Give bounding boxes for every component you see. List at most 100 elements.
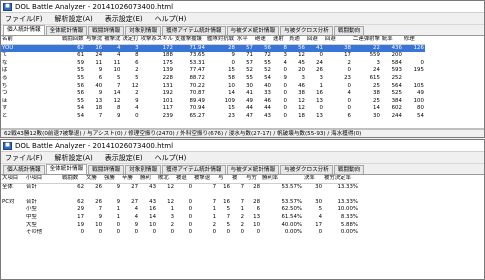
table-row[interactable]: 大型 19 10 0 9 10 2 0 2 5 2 10 40.00% 17 5.88%	[1, 222, 359, 230]
table-cell	[103, 191, 121, 199]
table-row[interactable]: ぢ 56 40 7 12 131 70.22 10 30 40 0 46 1 0 25 564 105	[1, 83, 425, 91]
column-header[interactable]: 被労決定率	[323, 175, 359, 184]
column-header[interactable]: 戦闘数	[61, 175, 85, 184]
table-row[interactable]: る 55 6 5 5 228 88.72 58 55 54 9 3 3 23 615 252	[1, 75, 425, 83]
table-cell: 0.00%	[284, 229, 302, 236]
column-header[interactable]: 速射	[271, 36, 288, 45]
column-header[interactable]: 与	[217, 175, 231, 184]
tab-2[interactable]: 戦闘詳情報	[88, 165, 125, 174]
column-header[interactable]: 決定打	[121, 36, 140, 45]
column-header[interactable]: 被	[231, 175, 245, 184]
table-cell: 9	[116, 112, 121, 119]
column-header[interactable]: 二連弾射撃	[351, 36, 381, 45]
overall-stats-grid[interactable]: 大項目 小項目 戦闘数 文勝 強勝 辛勝 勝利 敗北 被退 被撃退与被与労 勝利率 決率 被労決定率 全体…	[1, 175, 484, 279]
personal-stats-grid[interactable]: 名前 戦闘回数 与撃沈 被撃沈 決定打 攻撃系スキル 支援撃援護 艦隊対抗戦 水平 砲速 速射 貫通回…	[1, 36, 484, 129]
tab-4[interactable]: 獲得アイテム統計情報	[162, 165, 226, 174]
tab-2[interactable]: 戦闘詳情報	[88, 26, 125, 35]
table-cell: と	[2, 112, 8, 119]
table-row[interactable]: 中型 17 9 1 4 14 3 0 1 7 2 13 61.54% 4 8.33%	[1, 214, 359, 222]
column-header[interactable]: 敗北	[157, 175, 175, 184]
table-cell: 54	[77, 105, 84, 112]
menu-display-settings[interactable]: 表示設定(E)	[105, 14, 143, 24]
title-bar[interactable]: ■ DOL Battle Analyzer - 20141026073400.h…	[1, 140, 484, 152]
column-header[interactable]: 与撃沈	[85, 36, 104, 45]
tab-7[interactable]: 戦闘動向	[333, 165, 365, 174]
tab-6[interactable]: 与被ダクロス分析	[280, 26, 333, 35]
table-cell: 0	[80, 229, 84, 236]
column-header[interactable]: 辛勝	[121, 175, 139, 184]
table-row[interactable]: つ 56 9 14 2 192 70.87 14 41 33 0 38 16 4 38 525 49	[1, 90, 425, 98]
table-cell: 13	[316, 97, 323, 104]
tab-7[interactable]: 戦闘動向	[333, 26, 365, 35]
table-cell: 23	[344, 74, 351, 81]
column-header[interactable]: 強勝	[103, 175, 121, 184]
title-bar[interactable]: ■ DOL Battle Analyzer - 20141026073400.h…	[1, 1, 484, 13]
column-header[interactable]: 砲速	[253, 36, 272, 45]
column-header[interactable]: 小項目	[25, 175, 61, 184]
column-header[interactable]: 大項目	[1, 175, 25, 184]
column-header[interactable]: 文勝	[85, 175, 103, 184]
column-header[interactable]: 修理	[402, 36, 425, 45]
column-header[interactable]: 決率	[303, 175, 323, 184]
column-header[interactable]: 支援撃援護	[173, 36, 206, 45]
column-header[interactable]: 貫通	[287, 36, 306, 45]
table-cell: す	[2, 105, 8, 112]
tab-4[interactable]: 獲得アイテム統計情報	[162, 26, 226, 35]
menu-help[interactable]: ヘルプ(H)	[155, 14, 187, 24]
column-header[interactable]: 水平	[235, 36, 254, 45]
table-cell: 12	[167, 183, 174, 190]
table-cell: 5	[226, 206, 230, 213]
menu-file[interactable]: ファイル(F)	[5, 14, 43, 24]
table-row[interactable]: 全体 合計 62 26 9 27 43 12 0 7 16 7 28 53.57% 30 13.33%	[1, 183, 359, 191]
table-row[interactable]: PC対 合計 62 26 9 27 43 12 0 7 16 7 28 53.57% 30 13.33%	[1, 199, 359, 207]
table-cell: 28	[205, 44, 236, 53]
table-row[interactable]: ほ 55 13 12 9 101 89.49 109 49 46 0 12 13 0 25 384 100	[1, 98, 425, 106]
table-row[interactable]: YOU 62 16 4 3 172 71.94 28 57 56 8 56 41 38 22 436 126	[1, 44, 425, 53]
table-row[interactable]: と 54 7 9 0 239 65.27 23 47 43 0 18 13 6 30 244 54	[1, 113, 425, 121]
tab-1[interactable]: 全体統計情報	[45, 26, 88, 35]
tab-6[interactable]: 与被ダクロス分析	[280, 165, 333, 174]
menu-analysis-settings[interactable]: 解析設定(A)	[55, 14, 93, 24]
table-row[interactable]: な 59 11 11 6 175 53.31 0 57 55 4 45 24 2 3 584 0	[1, 60, 425, 68]
tab-5[interactable]: 与被ダメ統計情報	[226, 165, 280, 174]
table-cell: 65.27	[189, 112, 205, 119]
column-header[interactable]: 被退	[175, 175, 193, 184]
tab-3[interactable]: 対象別情報	[125, 165, 162, 174]
table-cell: 0	[116, 229, 120, 236]
table-cell: 5.88%	[340, 221, 358, 228]
menu-help[interactable]: ヘルプ(H)	[155, 153, 187, 163]
table-cell: 9	[98, 90, 103, 97]
column-header[interactable]: 与労	[245, 175, 261, 184]
table-row[interactable]: 小型 29 7 1 4 16 1 0 1 5 1 6 62.50% 5 10.00%	[1, 206, 359, 214]
table-row[interactable]: す 54 18 8 4 117 70.94 15 44 44 0 12 0 0 14 602 80	[1, 105, 425, 113]
table-cell: 615	[369, 74, 380, 81]
column-header[interactable]: 回避	[323, 36, 352, 45]
tab-5[interactable]: 与被ダメ統計情報	[226, 26, 280, 35]
table-cell: 55	[77, 97, 84, 104]
column-header[interactable]: 回避	[305, 36, 324, 45]
table-row[interactable]	[1, 191, 359, 199]
column-header[interactable]: 名前	[1, 36, 61, 45]
tab-0[interactable]: 個人統計情報	[3, 165, 45, 174]
column-header[interactable]: 被撃退	[193, 175, 217, 184]
tab-0[interactable]: 個人統計情報	[3, 25, 45, 35]
column-header[interactable]: 勝利率	[261, 175, 303, 184]
table-cell: 188	[162, 52, 173, 59]
column-header[interactable]: 攻撃系スキル	[139, 36, 174, 45]
table-row[interactable]: て 61 24 4 8 188 73.65 9 71 72 3 12 0 17 559 200	[1, 52, 425, 60]
table-row[interactable]: その他 0 0 0 0 0 0 0 0 0 0 0 0.00% 0 0.00%	[1, 229, 359, 237]
tab-1[interactable]: 全体統計情報	[45, 164, 88, 174]
column-header[interactable]: 艦隊対抗戦	[205, 36, 236, 45]
table-cell: 3	[121, 44, 140, 53]
column-header[interactable]: 被撃沈	[103, 36, 122, 45]
column-header[interactable]: 勝利	[139, 175, 157, 184]
column-header[interactable]: 統率	[380, 36, 403, 45]
menu-file[interactable]: ファイル(F)	[5, 153, 43, 163]
column-header[interactable]: 戦闘回数	[61, 36, 85, 45]
menu-analysis-settings[interactable]: 解析設定(A)	[55, 153, 93, 163]
table-row[interactable]: ぱ 55 9 10 2 139 77.47 15 52 52 0 20 26 0 24 593 195	[1, 67, 425, 75]
table-cell: 55	[246, 74, 253, 81]
table-cell: 192	[162, 90, 173, 97]
menu-display-settings[interactable]: 表示設定(E)	[105, 153, 143, 163]
tab-3[interactable]: 対象別情報	[125, 26, 162, 35]
